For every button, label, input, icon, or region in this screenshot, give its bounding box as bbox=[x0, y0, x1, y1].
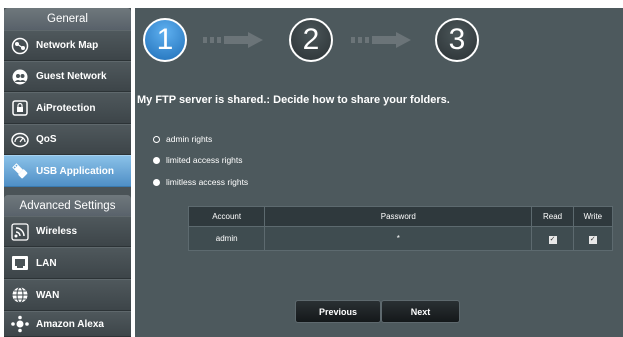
main-panel: 1 2 3 My FTP server is shared.: Decide h… bbox=[135, 8, 623, 337]
sidebar-item-label: WAN bbox=[36, 289, 60, 301]
option-label: admin rights bbox=[166, 134, 213, 144]
lock-icon bbox=[10, 98, 30, 118]
sidebar-item-lan[interactable]: LAN bbox=[4, 247, 131, 279]
radio-button[interactable] bbox=[153, 135, 160, 143]
sidebar-item-label: Guest Network bbox=[36, 71, 107, 82]
account-permissions-table: Account Password Read Write admin * ✓ ✓ bbox=[187, 206, 614, 251]
usb-icon bbox=[10, 161, 30, 181]
sidebar-item-aiprotection[interactable]: AiProtection bbox=[4, 92, 131, 124]
step-2-indicator: 2 bbox=[289, 18, 333, 62]
write-checkbox[interactable]: ✓ bbox=[588, 235, 597, 244]
column-header-write: Write bbox=[572, 206, 614, 227]
step-3-indicator: 3 bbox=[435, 18, 479, 62]
column-header-password: Password bbox=[264, 206, 533, 227]
option-limitless-access-rights[interactable]: limitless access rights bbox=[153, 177, 248, 187]
radio-button[interactable] bbox=[153, 156, 160, 164]
read-checkbox[interactable]: ✓ bbox=[548, 235, 557, 244]
arrow-right-icon bbox=[203, 32, 263, 48]
sidebar-item-usb-application[interactable]: USB Application bbox=[4, 155, 131, 187]
radio-button[interactable] bbox=[153, 178, 160, 186]
step-1-indicator: 1 bbox=[143, 18, 187, 62]
sidebar-item-wan[interactable]: WAN bbox=[4, 279, 131, 311]
sidebar-item-label: USB Application bbox=[36, 165, 114, 177]
option-label: limitless access rights bbox=[166, 177, 249, 187]
guest-network-icon bbox=[10, 67, 30, 87]
sidebar-item-label: Amazon Alexa bbox=[36, 318, 104, 330]
next-button[interactable]: Next bbox=[381, 300, 460, 323]
sidebar-item-label: AiProtection bbox=[36, 102, 96, 114]
alexa-icon bbox=[10, 314, 30, 334]
previous-button[interactable]: Previous bbox=[295, 300, 381, 323]
arrow-right-icon bbox=[351, 32, 411, 48]
sidebar-item-label: LAN bbox=[36, 257, 57, 269]
globe-icon bbox=[10, 285, 30, 305]
sidebar-item-network-map[interactable]: Network Map bbox=[4, 30, 131, 61]
table-header-row: Account Password Read Write bbox=[187, 206, 614, 227]
sidebar-item-amazon-alexa[interactable]: Amazon Alexa bbox=[4, 311, 131, 337]
wizard-steps: 1 2 3 bbox=[143, 18, 483, 66]
option-limited-access-rights[interactable]: limited access rights bbox=[153, 155, 243, 165]
sidebar-item-wireless[interactable]: Wireless bbox=[4, 216, 131, 247]
password-cell: * bbox=[264, 226, 533, 251]
option-label: limited access rights bbox=[166, 155, 243, 165]
sidebar: General Network Map Guest Network AiProt… bbox=[4, 8, 131, 337]
lan-icon bbox=[10, 253, 30, 273]
sidebar-item-label: Network Map bbox=[36, 40, 99, 51]
sidebar-item-qos[interactable]: QoS bbox=[4, 124, 131, 155]
write-cell: ✓ bbox=[572, 226, 614, 251]
page-title: My FTP server is shared.: Decide how to … bbox=[137, 94, 450, 106]
option-admin-rights[interactable]: admin rights bbox=[153, 134, 212, 144]
table-row: admin * ✓ ✓ bbox=[187, 226, 614, 251]
wireless-icon bbox=[10, 222, 30, 242]
sidebar-item-label: QoS bbox=[36, 134, 57, 145]
network-map-icon bbox=[10, 36, 30, 56]
column-header-read: Read bbox=[531, 206, 574, 227]
column-header-account: Account bbox=[187, 206, 266, 227]
speedometer-icon bbox=[10, 130, 30, 150]
account-cell: admin bbox=[187, 226, 266, 251]
sidebar-item-guest-network[interactable]: Guest Network bbox=[4, 61, 131, 92]
read-cell: ✓ bbox=[531, 226, 574, 251]
sidebar-item-label: Wireless bbox=[36, 226, 78, 237]
section-header-advanced: Advanced Settings bbox=[4, 195, 131, 217]
section-header-general: General bbox=[4, 8, 131, 30]
